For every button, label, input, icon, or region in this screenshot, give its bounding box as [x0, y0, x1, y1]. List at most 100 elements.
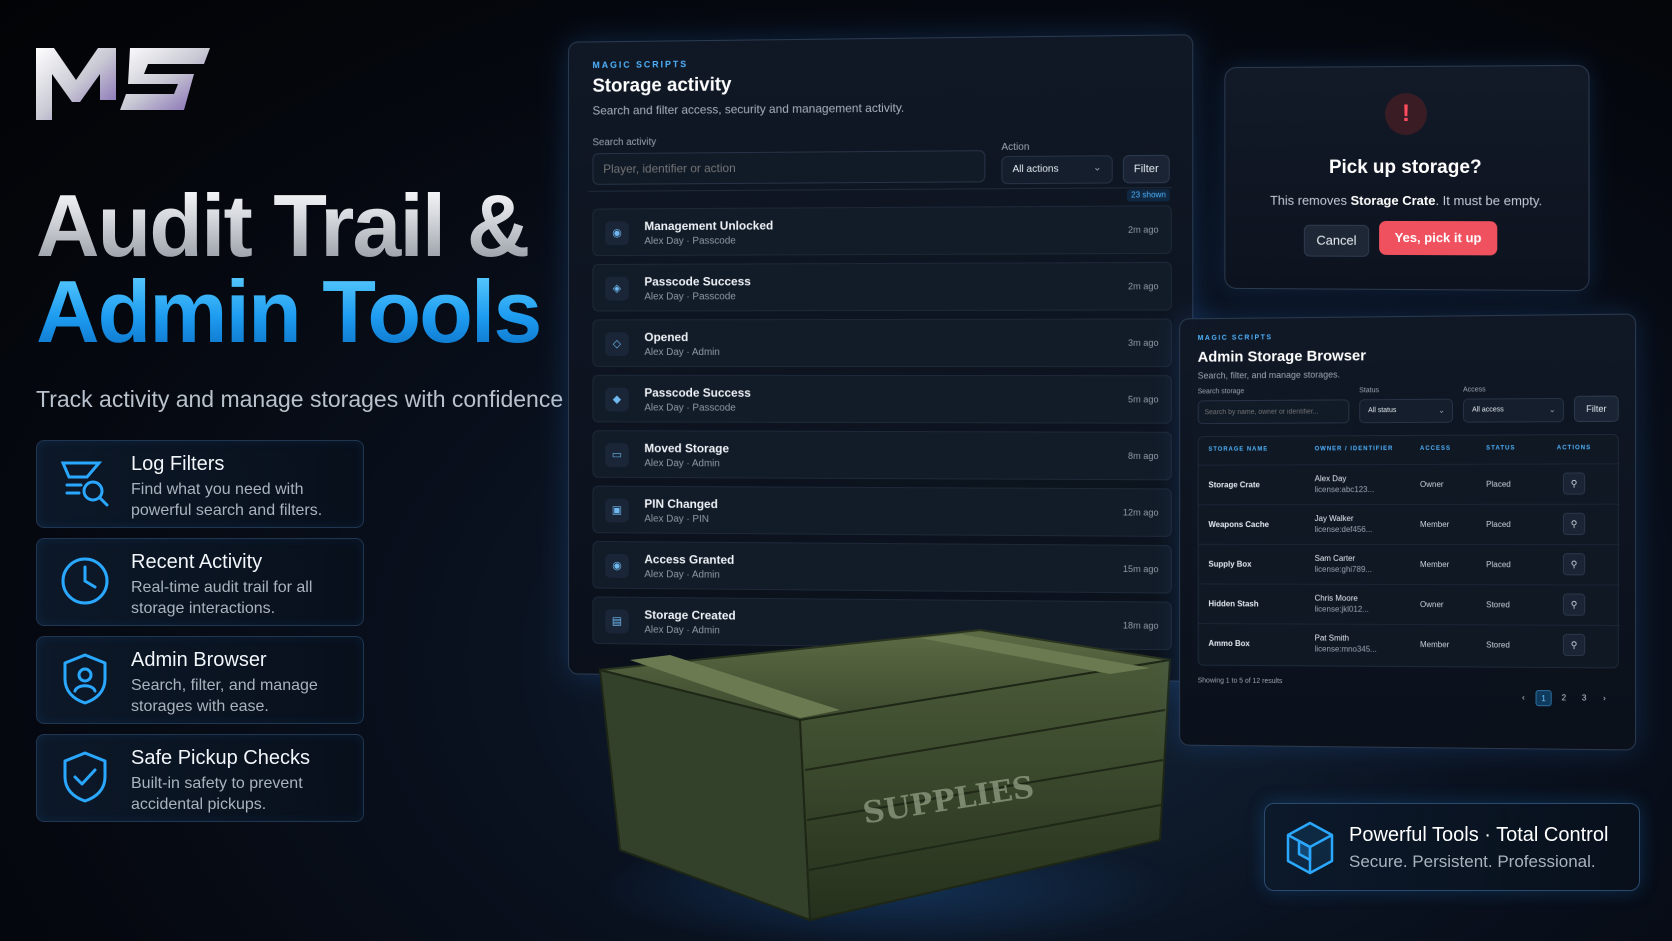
activity-title: Access Granted	[644, 552, 735, 567]
ms-logo	[36, 48, 210, 120]
table-row[interactable]: Weapons Cache Jay Walker license:def456..…	[1198, 503, 1620, 545]
prev-page-button[interactable]: ‹	[1515, 690, 1531, 706]
activity-title: Moved Storage	[644, 441, 730, 456]
row-action-user-icon[interactable]: ⚲	[1562, 472, 1586, 495]
search-activity-input[interactable]	[592, 150, 986, 185]
owner-cell: Pat Smith license:mno345...	[1314, 633, 1377, 654]
activity-time: 3m ago	[1127, 337, 1159, 348]
table-row[interactable]: Hidden Stash Chris Moore license:jkl012..…	[1198, 583, 1620, 625]
dialog-message: This removes Storage Crate. It must be e…	[1269, 192, 1543, 209]
feature-title: Log Filters	[131, 453, 225, 475]
feature-card-recent-activity: Recent Activity Real-time audit trail fo…	[36, 538, 364, 626]
storage-name: Weapons Cache	[1208, 520, 1269, 530]
shown-count-badge: 23 shown	[1126, 189, 1171, 202]
row-action-user-icon[interactable]: ⚲	[1562, 512, 1586, 536]
search-storage-label: Search storage	[1197, 388, 1245, 396]
status-select[interactable]: All status ⌄	[1359, 398, 1453, 424]
next-page-button[interactable]: ›	[1596, 691, 1612, 707]
user-icon: ◉	[605, 553, 629, 578]
activity-row[interactable]: ▣ PIN Changed Alex Day · PIN 12m ago	[592, 485, 1172, 537]
storage-name: Hidden Stash	[1208, 599, 1259, 609]
access-cell: Owner	[1419, 479, 1444, 489]
panel-subtitle: Search and filter access, security and m…	[592, 100, 905, 118]
panel-title: Storage activity	[592, 74, 732, 97]
check-shield-icon	[63, 751, 107, 803]
feature-description: Find what you need with powerful search …	[131, 481, 323, 519]
row-action-user-icon[interactable]: ⚲	[1562, 553, 1586, 576]
hero-title-line1: Audit Trail &	[36, 176, 530, 275]
admin-storage-browser: MAGIC SCRIPTS Admin Storage Browser Sear…	[1179, 313, 1637, 751]
activity-row[interactable]: ▭ Moved Storage Alex Day · Admin 8m ago	[592, 430, 1172, 481]
filter-button[interactable]: Filter	[1122, 154, 1170, 184]
activity-row[interactable]: ◆ Passcode Success Alex Day · Passcode 5…	[592, 374, 1172, 424]
panel-subtitle: Search, filter, and manage storages.	[1197, 369, 1340, 381]
activity-row[interactable]: ◉ Access Granted Alex Day · Admin 15m ag…	[592, 541, 1172, 594]
owner-cell: Alex Day license:abc123...	[1314, 474, 1375, 495]
activity-title: Management Unlocked	[644, 218, 774, 234]
feature-title: Recent Activity	[131, 551, 263, 573]
access-cell: Member	[1419, 519, 1450, 529]
access-select[interactable]: All access ⌄	[1463, 397, 1564, 423]
pickup-confirm-dialog: ! Pick up storage? This removes Storage …	[1224, 64, 1590, 292]
storage-table: STORAGE NAME OWNER / IDENTIFIER ACCESS S…	[1197, 433, 1620, 669]
access-select-value: All access	[1472, 406, 1504, 414]
feature-title: Admin Browser	[131, 649, 267, 671]
supplies-crate-image: SUPPLIES	[590, 628, 1190, 941]
badge-subtitle: Secure. Persistent. Professional.	[1349, 852, 1596, 871]
activity-row[interactable]: ◈ Passcode Success Alex Day · Passcode 2…	[592, 261, 1172, 312]
activity-row[interactable]: ◇ Opened Alex Day · Admin 3m ago	[592, 318, 1172, 368]
page-1-button[interactable]: 1	[1535, 690, 1552, 707]
page-2-button[interactable]: 2	[1556, 690, 1572, 706]
search-storage-input[interactable]	[1197, 399, 1350, 425]
panel-brand: MAGIC SCRIPTS	[1197, 334, 1273, 342]
storage-name: Supply Box	[1208, 559, 1252, 569]
chevron-down-icon: ⌄	[1093, 162, 1102, 174]
page-3-button[interactable]: 3	[1576, 690, 1592, 706]
activity-meta: Alex Day · Admin	[644, 347, 720, 358]
activity-time: 15m ago	[1122, 563, 1159, 575]
activity-title: Opened	[644, 330, 689, 345]
lock-icon: ◆	[605, 387, 629, 412]
table-row[interactable]: Ammo Box Pat Smith license:mno345... Memb…	[1198, 623, 1620, 666]
column-header: STATUS	[1486, 445, 1516, 452]
action-label: Action	[1001, 141, 1030, 154]
table-row[interactable]: Supply Box Sam Carter license:ghi789... M…	[1198, 543, 1620, 585]
clock-icon	[61, 557, 109, 605]
table-row[interactable]: Storage Crate Alex Day license:abc123... …	[1198, 463, 1620, 505]
activity-row[interactable]: ◉ Management Unlocked Alex Day · Passcod…	[592, 205, 1172, 257]
chevron-down-icon: ⌄	[1438, 405, 1445, 415]
unlock-icon: ◇	[605, 332, 629, 357]
row-action-user-icon[interactable]: ⚲	[1562, 593, 1586, 616]
filter-button[interactable]: Filter	[1574, 395, 1619, 423]
storage-name: Storage Crate	[1208, 480, 1260, 490]
access-cell: Owner	[1419, 600, 1444, 610]
access-label: Access	[1463, 386, 1486, 394]
user-shield-icon	[63, 653, 107, 705]
hero-subtitle: Track activity and manage storages with …	[36, 386, 564, 412]
pagination-summary: Showing 1 to 5 of 12 results	[1197, 677, 1283, 686]
tagline-badge: Powerful Tools · Total Control Secure. P…	[1264, 803, 1640, 891]
activity-meta: Alex Day · Passcode	[644, 402, 736, 414]
cancel-button[interactable]: Cancel	[1303, 224, 1370, 257]
column-header: OWNER / IDENTIFIER	[1314, 446, 1394, 453]
status-cell: Placed	[1486, 560, 1511, 570]
activity-time: 12m ago	[1122, 507, 1159, 518]
log-filter-icon	[60, 461, 109, 507]
status-cell: Placed	[1486, 479, 1511, 489]
activity-meta: Alex Day · Passcode	[644, 235, 736, 247]
owner-cell: Chris Moore license:jkl012...	[1314, 593, 1369, 614]
row-action-user-icon[interactable]: ⚲	[1562, 633, 1586, 657]
feature-title: Safe Pickup Checks	[131, 747, 310, 769]
action-select[interactable]: All actions ⌄	[1001, 155, 1113, 185]
status-cell: Stored	[1486, 640, 1510, 650]
action-select-value: All actions	[1012, 163, 1059, 176]
activity-title: Passcode Success	[644, 274, 751, 289]
activity-time: 2m ago	[1127, 224, 1159, 235]
confirm-pickup-button[interactable]: Yes, pick it up	[1379, 220, 1498, 256]
activity-meta: Alex Day · Admin	[644, 458, 720, 470]
feature-description: Real-time audit trail for all storage in…	[131, 579, 313, 617]
panel-brand: MAGIC SCRIPTS	[592, 59, 689, 71]
status-select-value: All status	[1368, 407, 1397, 415]
column-header: ACCESS	[1419, 445, 1452, 452]
warning-icon: !	[1385, 92, 1427, 136]
